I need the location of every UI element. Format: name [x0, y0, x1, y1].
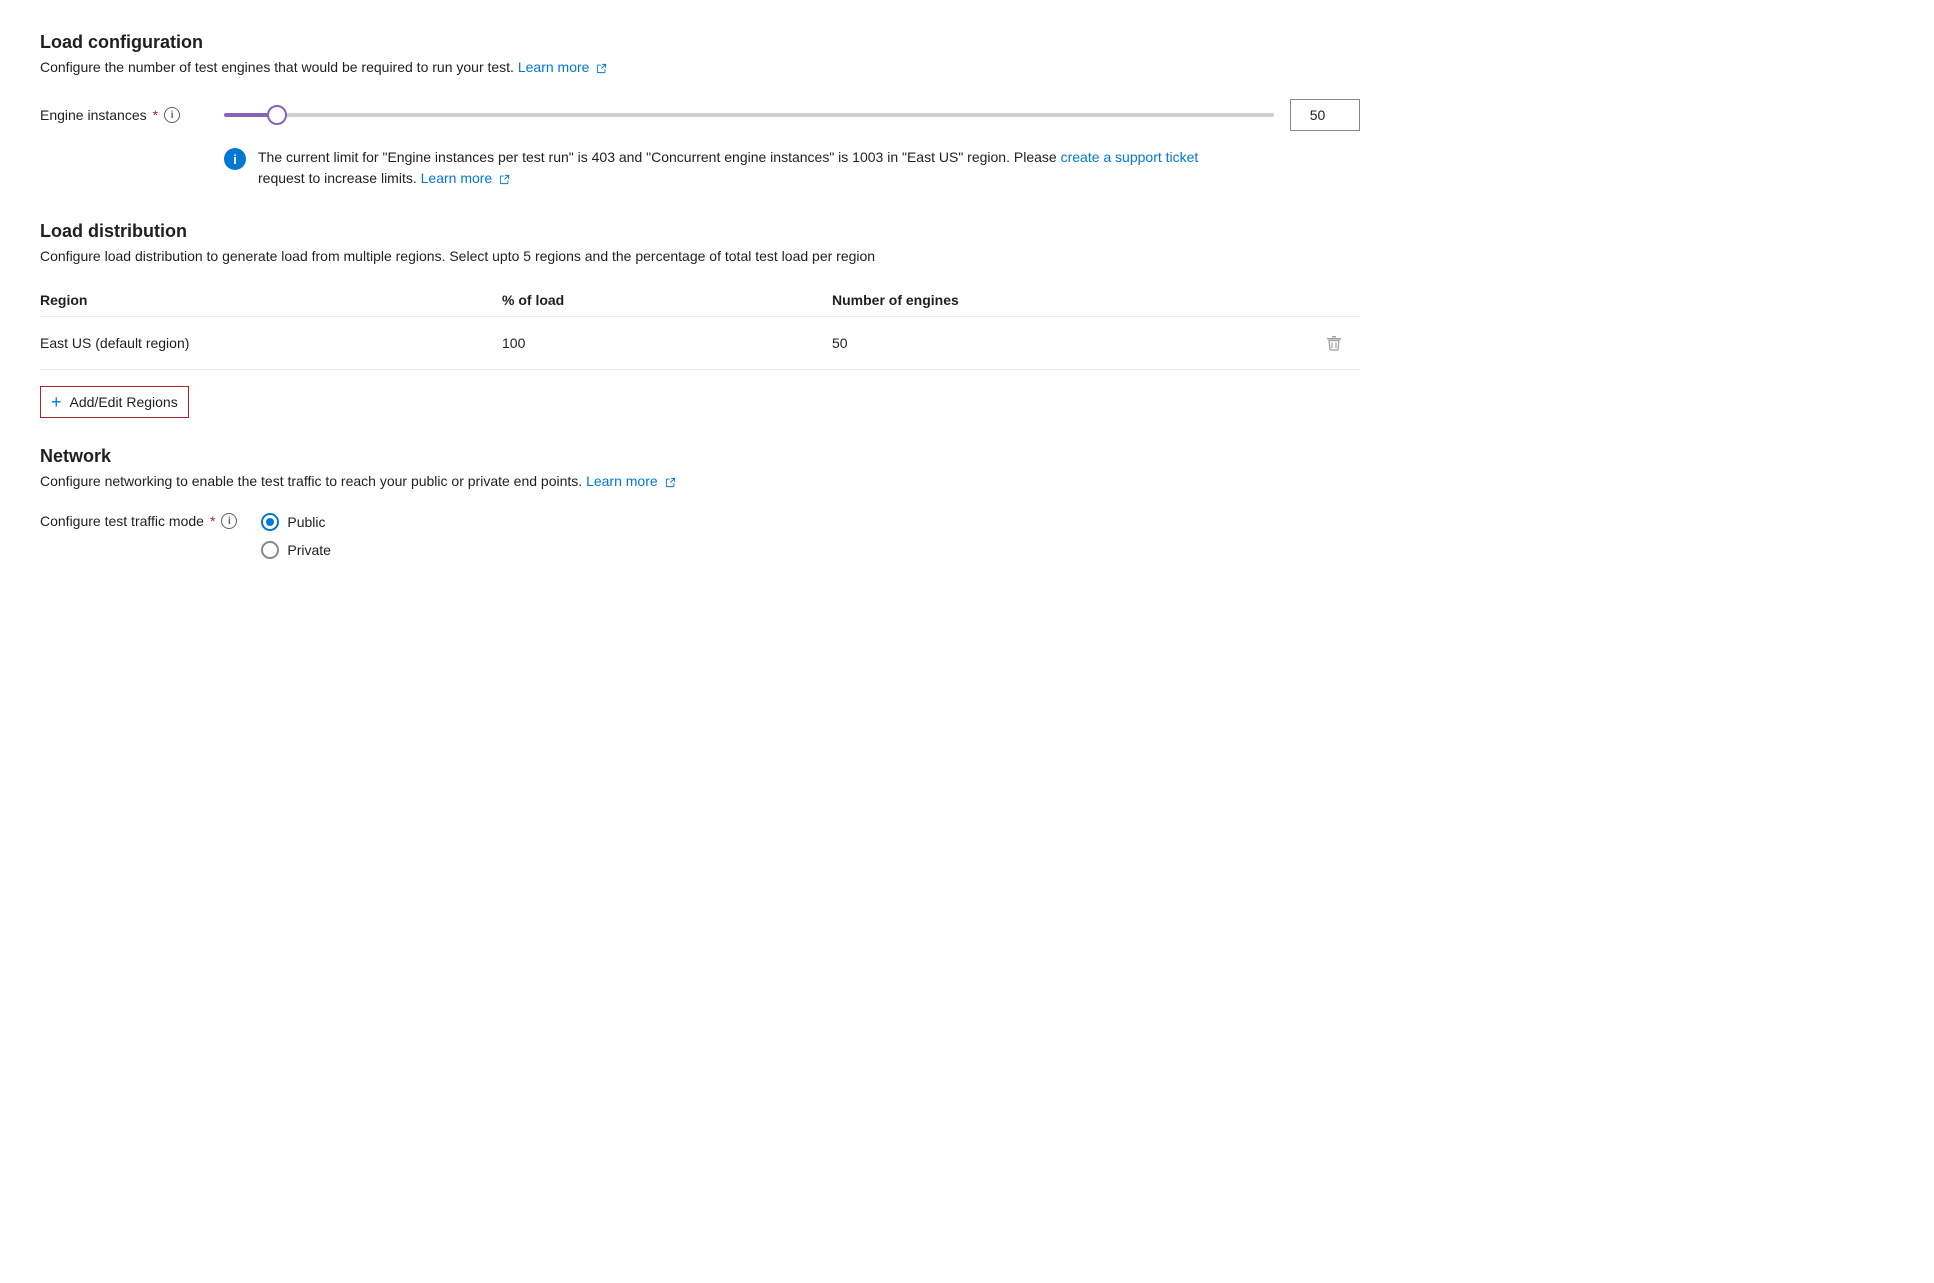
table-cell-load: 100	[502, 317, 832, 370]
load-distribution-section: Load distribution Configure load distrib…	[40, 221, 1360, 446]
radio-circle-private	[261, 541, 279, 559]
load-distribution-title: Load distribution	[40, 221, 1360, 242]
radio-label-private: Private	[287, 542, 331, 558]
required-star: *	[153, 107, 158, 123]
engine-limit-info-box: i The current limit for "Engine instance…	[224, 147, 1360, 189]
load-config-desc: Configure the number of test engines tha…	[40, 59, 1360, 75]
radio-option-private[interactable]: Private	[261, 541, 331, 559]
load-config-title: Load configuration	[40, 32, 1360, 53]
network-title: Network	[40, 446, 1360, 467]
radio-option-public[interactable]: Public	[261, 513, 331, 531]
engine-instances-row: Engine instances * i	[40, 99, 1360, 131]
table-cell-region: East US (default region)	[40, 317, 502, 370]
radio-label-public: Public	[287, 514, 325, 530]
table-row: East US (default region) 100 50	[40, 317, 1360, 370]
table-cell-engines: 50	[832, 317, 1228, 370]
engine-instances-label: Engine instances * i	[40, 107, 200, 123]
engine-instances-input[interactable]	[1290, 99, 1360, 131]
col-header-engines: Number of engines	[832, 284, 1228, 317]
col-header-load: % of load	[502, 284, 832, 317]
create-support-ticket-link[interactable]: create a support ticket	[1061, 149, 1199, 165]
delete-row-button[interactable]	[1320, 329, 1348, 357]
traffic-mode-label: Configure test traffic mode * i	[40, 513, 237, 529]
network-section: Network Configure networking to enable t…	[40, 446, 1360, 559]
load-config-section: Load configuration Configure the number …	[40, 32, 1360, 189]
slider-thumb[interactable]	[267, 105, 287, 125]
engine-instances-info-icon[interactable]: i	[164, 107, 180, 123]
traffic-mode-radio-group: Public Private	[261, 513, 331, 559]
network-external-link-icon	[665, 477, 676, 488]
traffic-mode-info-icon[interactable]: i	[221, 513, 237, 529]
traffic-mode-row: Configure test traffic mode * i Public P…	[40, 513, 1360, 559]
network-learn-more-link[interactable]: Learn more	[586, 473, 675, 489]
load-distribution-desc: Configure load distribution to generate …	[40, 248, 1360, 264]
table-cell-action	[1228, 317, 1360, 370]
traffic-mode-required-star: *	[210, 513, 215, 529]
distribution-table: Region % of load Number of engines East …	[40, 284, 1360, 370]
col-header-region: Region	[40, 284, 502, 317]
network-desc: Configure networking to enable the test …	[40, 473, 1360, 489]
external-link-icon	[596, 63, 607, 74]
external-link-icon-2	[499, 174, 510, 185]
radio-circle-public	[261, 513, 279, 531]
engine-instances-slider-container	[224, 99, 1360, 131]
load-config-learn-more-link[interactable]: Learn more	[518, 59, 607, 75]
engine-limit-learn-more-link[interactable]: Learn more	[421, 170, 510, 186]
info-circle-icon: i	[224, 148, 246, 170]
col-header-action	[1228, 284, 1360, 317]
slider-track[interactable]	[224, 113, 1274, 117]
plus-icon: +	[51, 393, 62, 411]
add-edit-regions-button[interactable]: + Add/Edit Regions	[40, 386, 189, 418]
engine-limit-info-text: The current limit for "Engine instances …	[258, 147, 1198, 189]
